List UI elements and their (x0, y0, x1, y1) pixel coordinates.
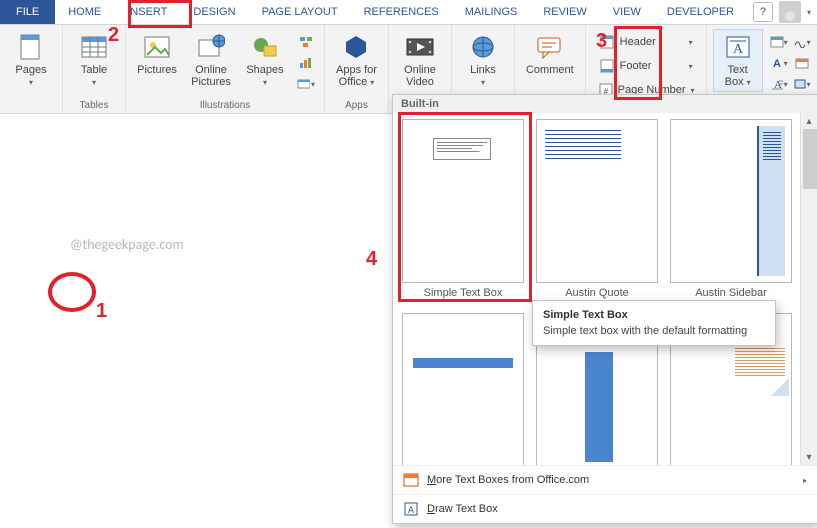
tab-references[interactable]: REFERENCES (351, 0, 452, 24)
footer-icon (599, 58, 615, 74)
draw-text-box-icon: A (403, 501, 419, 517)
group-label-tables: Tables (80, 98, 109, 111)
tab-home[interactable]: HOME (55, 0, 114, 24)
apps-icon (341, 32, 371, 62)
tab-view[interactable]: VIEW (600, 0, 654, 24)
footer-button[interactable]: Footer▾ (592, 55, 700, 77)
svg-text:A: A (773, 58, 781, 69)
illustrations-small-buttons: ▾ (294, 29, 318, 97)
links-icon (468, 32, 498, 62)
tab-mailings[interactable]: MAILINGS (452, 0, 531, 24)
tab-developer[interactable]: DEVELOPER (654, 0, 747, 24)
svg-text:A: A (408, 505, 414, 515)
tooltip-title: Simple Text Box (543, 309, 765, 321)
tooltip-body: Simple text box with the default formatt… (543, 325, 765, 337)
group-label-apps: Apps (345, 98, 368, 111)
signature-line-button[interactable]: ▾ (792, 33, 812, 51)
pictures-button[interactable]: Pictures (132, 29, 182, 79)
group-label-illustrations: Illustrations (200, 98, 251, 111)
gallery-item-austin-quote[interactable]: Austin Quote (533, 119, 661, 307)
text-small-buttons: ▾ ▾ A▾ A▾ ▾ (767, 29, 814, 97)
drop-cap-button[interactable]: A▾ (769, 75, 789, 93)
shapes-icon (250, 32, 280, 62)
quick-parts-button[interactable]: ▾ (769, 33, 789, 51)
help-icon[interactable]: ? (753, 2, 773, 22)
online-pictures-label: Online Pictures (191, 62, 231, 88)
links-button[interactable]: Links▾ (458, 29, 508, 92)
apps-for-office-button[interactable]: Apps for Office ▾ (331, 29, 382, 92)
pages-icon (16, 32, 46, 62)
text-box-icon: A (723, 32, 753, 62)
group-pages: Pages▾ (0, 25, 63, 113)
online-video-button[interactable]: Online Video (395, 29, 445, 91)
wordart-button[interactable]: A▾ (769, 54, 789, 72)
scroll-down-icon[interactable]: ▾ (801, 449, 817, 465)
text-box-button[interactable]: A Text Box ▾ (713, 29, 763, 92)
tab-design[interactable]: DESIGN (180, 0, 248, 24)
header-button[interactable]: Header▾ (592, 31, 700, 53)
tab-file[interactable]: FILE (0, 0, 55, 24)
office-store-icon (403, 472, 419, 488)
tab-review[interactable]: REVIEW (530, 0, 599, 24)
table-button[interactable]: Table▾ (69, 29, 119, 92)
pages-button[interactable]: Pages▾ (6, 29, 56, 92)
gallery-scrollbar[interactable]: ▴ ▾ (800, 113, 817, 465)
online-pictures-icon (196, 32, 226, 62)
tab-insert[interactable]: INSERT (114, 0, 180, 24)
group-tables: Table▾ Tables (63, 25, 126, 113)
user-avatar[interactable] (779, 1, 801, 23)
smartart-button[interactable] (296, 33, 316, 51)
table-icon (79, 32, 109, 62)
gallery-item-simple-text-box[interactable]: Simple Text Box (399, 119, 527, 307)
video-icon (405, 32, 435, 62)
chart-button[interactable] (296, 54, 316, 72)
shapes-button[interactable]: Shapes▾ (240, 29, 290, 92)
gallery-section-header: Built-in (393, 95, 817, 113)
group-illustrations: Pictures Online Pictures Shapes▾ (126, 25, 325, 113)
doc-watermark: @thegeekpage.com (70, 236, 184, 253)
more-text-boxes-item[interactable]: MMore Text Boxes from Office.comore Text… (393, 465, 817, 494)
svg-text:A: A (733, 42, 744, 57)
comment-icon (535, 32, 565, 62)
draw-text-box-item[interactable]: A DDraw Text Boxraw Text Box (393, 494, 817, 523)
screenshot-button[interactable]: ▾ (296, 75, 316, 93)
ribbon-tabbar: FILE HOME INSERT DESIGN PAGE LAYOUT REFE… (0, 0, 817, 25)
scroll-up-icon[interactable]: ▴ (801, 113, 817, 129)
header-icon (599, 34, 615, 50)
gallery-grid: Simple Text Box Austin Quote Austin Side… (393, 113, 817, 465)
gallery-footer: MMore Text Boxes from Office.comore Text… (393, 465, 817, 523)
tab-page-layout[interactable]: PAGE LAYOUT (249, 0, 351, 24)
gallery-item-banded-quote[interactable]: Banded Quote (399, 313, 527, 465)
object-button[interactable]: ▾ (792, 75, 812, 93)
group-apps: Apps for Office ▾ Apps (325, 25, 389, 113)
gallery-item-tooltip: Simple Text Box Simple text box with the… (532, 300, 776, 346)
date-time-button[interactable] (792, 54, 812, 72)
pictures-icon (142, 32, 172, 62)
user-menu-caret[interactable]: ▾ (807, 8, 811, 17)
online-pictures-button[interactable]: Online Pictures (186, 29, 236, 91)
gallery-item-austin-sidebar[interactable]: Austin Sidebar (667, 119, 795, 307)
comment-button[interactable]: Comment (521, 29, 579, 79)
